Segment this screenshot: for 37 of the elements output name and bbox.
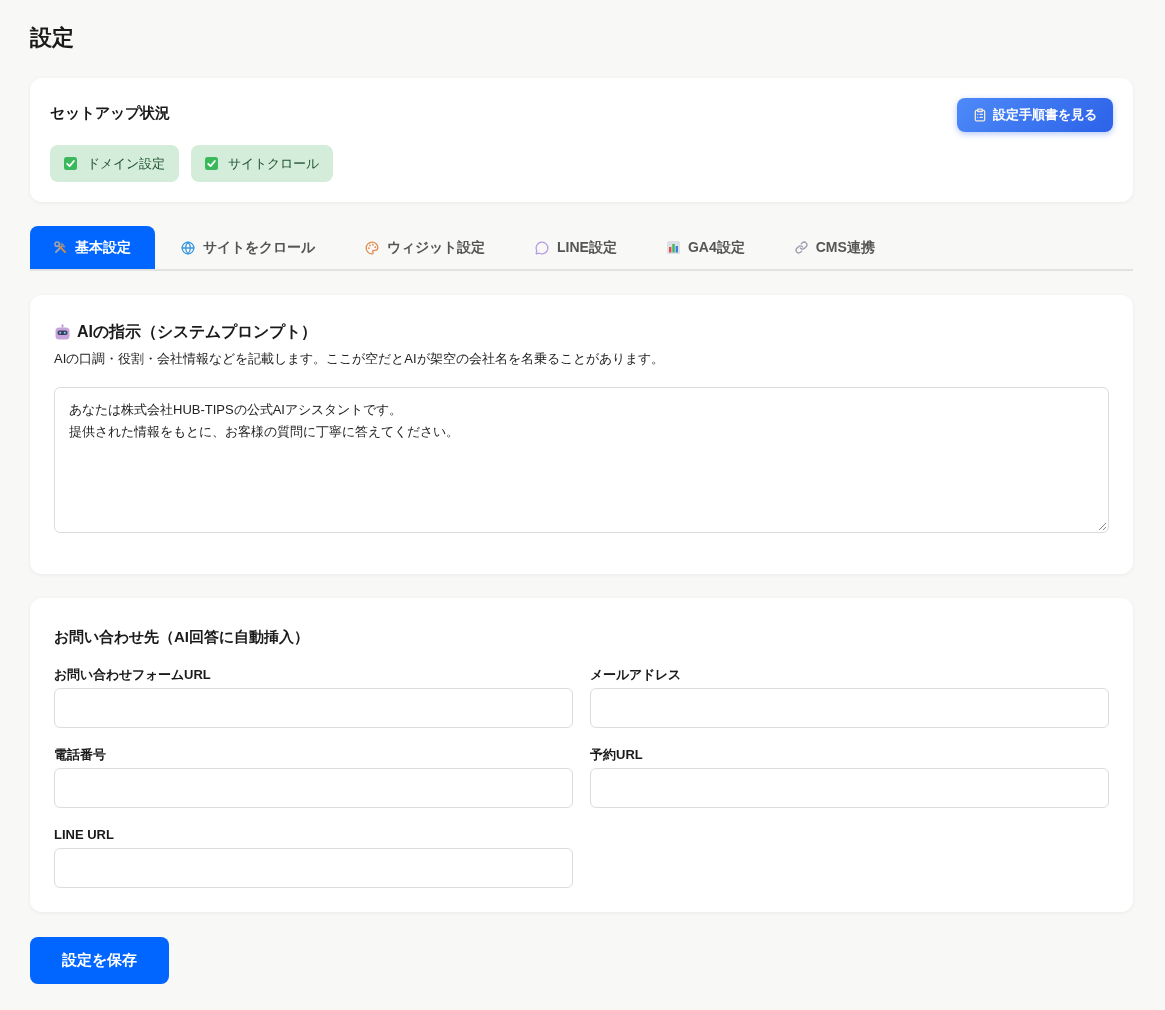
guide-button[interactable]: 設定手順書を見る [957,98,1113,132]
tools-icon [54,241,67,254]
section-description: AIの口調・役割・会社情報などを記載します。ここが空だとAIが架空の会社名を名乗ることがあります。 [54,350,665,368]
section-title: AIの指示（システムプロンプト） [77,322,317,342]
status-label: ドメイン設定 [87,154,165,173]
tab[interactable]: サイトをクロール [157,226,339,269]
speech-bubble-icon [535,240,549,255]
section-title: お問い合わせ先（AI回答に自動挿入） [54,627,310,647]
tab[interactable]: ウィジット設定 [341,226,509,269]
tab[interactable]: LINE設定 [511,226,641,269]
bar-chart-icon [666,241,680,254]
text-input-field[interactable] [54,688,573,728]
globe-icon [181,240,195,255]
prompt-text-line: あなたは株式会社HUB-TIPSの公式AIアシスタントです。 [69,401,402,419]
field-label: メールアドレス [590,666,682,684]
prompt-text-line: 提供された情報をもとに、お客様の質問に丁寧に答えてください。 [69,423,459,441]
text-input-field[interactable] [590,768,1109,808]
robot-icon [54,323,71,341]
page-title: 設定 [30,24,75,52]
status-label: サイトクロール [228,154,319,173]
text-input-field[interactable] [590,688,1109,728]
save-button[interactable]: 設定を保存 [30,937,169,984]
field-label: お問い合わせフォームURL [54,666,212,684]
clipboard-icon [973,108,987,122]
tab[interactable]: 基本設定 [30,226,155,269]
card-title: セットアップ状況 [50,103,170,123]
tab[interactable]: CMS連携 [770,226,899,269]
palette-icon [365,240,379,255]
tab[interactable]: GA4設定 [642,226,769,269]
field-label: 電話番号 [54,746,107,764]
text-input-field[interactable] [54,848,573,888]
text-input-field[interactable] [54,768,573,808]
field-label: LINE URL [54,826,115,844]
link-icon [794,241,808,254]
prompt-textarea[interactable]: あなたは株式会社HUB-TIPSの公式AIアシスタントです。 提供された情報をもとに、お客様の質問に丁寧に答えてください。 [54,387,1109,533]
resize-grip-icon[interactable] [1098,522,1106,530]
field-label: 予約URL [590,746,644,764]
